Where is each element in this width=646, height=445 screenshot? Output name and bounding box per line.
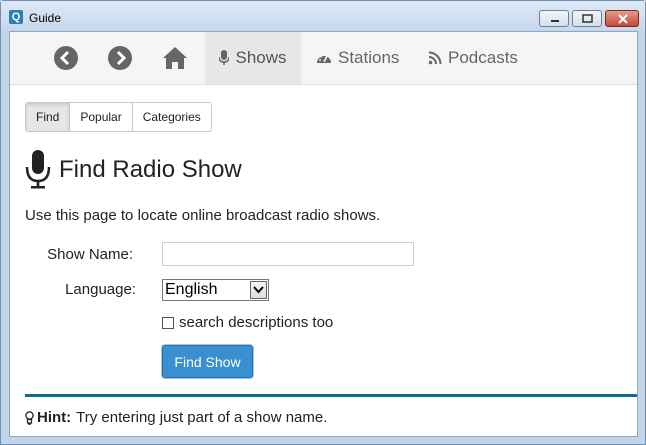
client-area: Shows Stations Podcasts Find Popular Cat… bbox=[9, 31, 638, 437]
nav-item-podcasts[interactable]: Podcasts bbox=[428, 32, 518, 84]
chevron-down-icon[interactable] bbox=[250, 281, 267, 299]
microphone-icon bbox=[219, 50, 230, 65]
app-window: Q Guide Shows Stations Podcasts Find Pop… bbox=[0, 0, 646, 445]
hint-text: Try entering just part of a show name. bbox=[76, 409, 328, 426]
language-select[interactable]: English bbox=[162, 279, 269, 301]
show-name-input[interactable] bbox=[162, 242, 414, 266]
dashboard-icon bbox=[317, 55, 331, 63]
nav-item-shows[interactable]: Shows bbox=[205, 32, 301, 84]
maximize-button[interactable] bbox=[572, 10, 602, 27]
minimize-button[interactable] bbox=[539, 10, 569, 27]
search-descriptions-checkbox[interactable] bbox=[162, 316, 174, 329]
search-descriptions-label[interactable]: search descriptions too bbox=[179, 314, 333, 331]
window-title: Guide bbox=[29, 11, 62, 25]
hint-label: Hint: bbox=[37, 409, 72, 426]
tab-group: Find Popular Categories bbox=[25, 102, 212, 132]
rss-icon bbox=[428, 51, 442, 65]
back-icon[interactable] bbox=[53, 45, 79, 71]
nav-bar: Shows Stations Podcasts bbox=[10, 32, 637, 85]
hint: Hint: Try entering just part of a show n… bbox=[25, 409, 327, 426]
find-show-button[interactable]: Find Show bbox=[162, 345, 253, 378]
nav-item-stations[interactable]: Stations bbox=[316, 32, 399, 84]
forward-icon[interactable] bbox=[107, 45, 133, 71]
app-icon: Q bbox=[9, 10, 23, 24]
language-value: English bbox=[165, 281, 218, 298]
tab-categories[interactable]: Categories bbox=[131, 103, 211, 131]
microphone-icon bbox=[25, 150, 51, 189]
page-heading: Find Radio Show bbox=[25, 150, 242, 190]
intro-text: Use this page to locate online broadcast… bbox=[25, 207, 381, 224]
search-descriptions-option: search descriptions too bbox=[162, 314, 333, 331]
language-label: Language: bbox=[65, 281, 136, 298]
close-button[interactable] bbox=[605, 10, 639, 27]
nav-item-label: Shows bbox=[235, 48, 287, 67]
tab-popular[interactable]: Popular bbox=[69, 103, 132, 131]
show-name-label: Show Name: bbox=[47, 246, 133, 263]
page-title: Find Radio Show bbox=[59, 156, 242, 183]
divider bbox=[25, 394, 637, 397]
nav-item-label: Podcasts bbox=[448, 48, 518, 67]
title-bar[interactable]: Q Guide bbox=[1, 1, 645, 31]
home-icon[interactable] bbox=[161, 45, 189, 71]
nav-item-label: Stations bbox=[338, 48, 400, 67]
tab-find[interactable]: Find bbox=[26, 103, 70, 131]
lightbulb-icon bbox=[25, 410, 34, 425]
